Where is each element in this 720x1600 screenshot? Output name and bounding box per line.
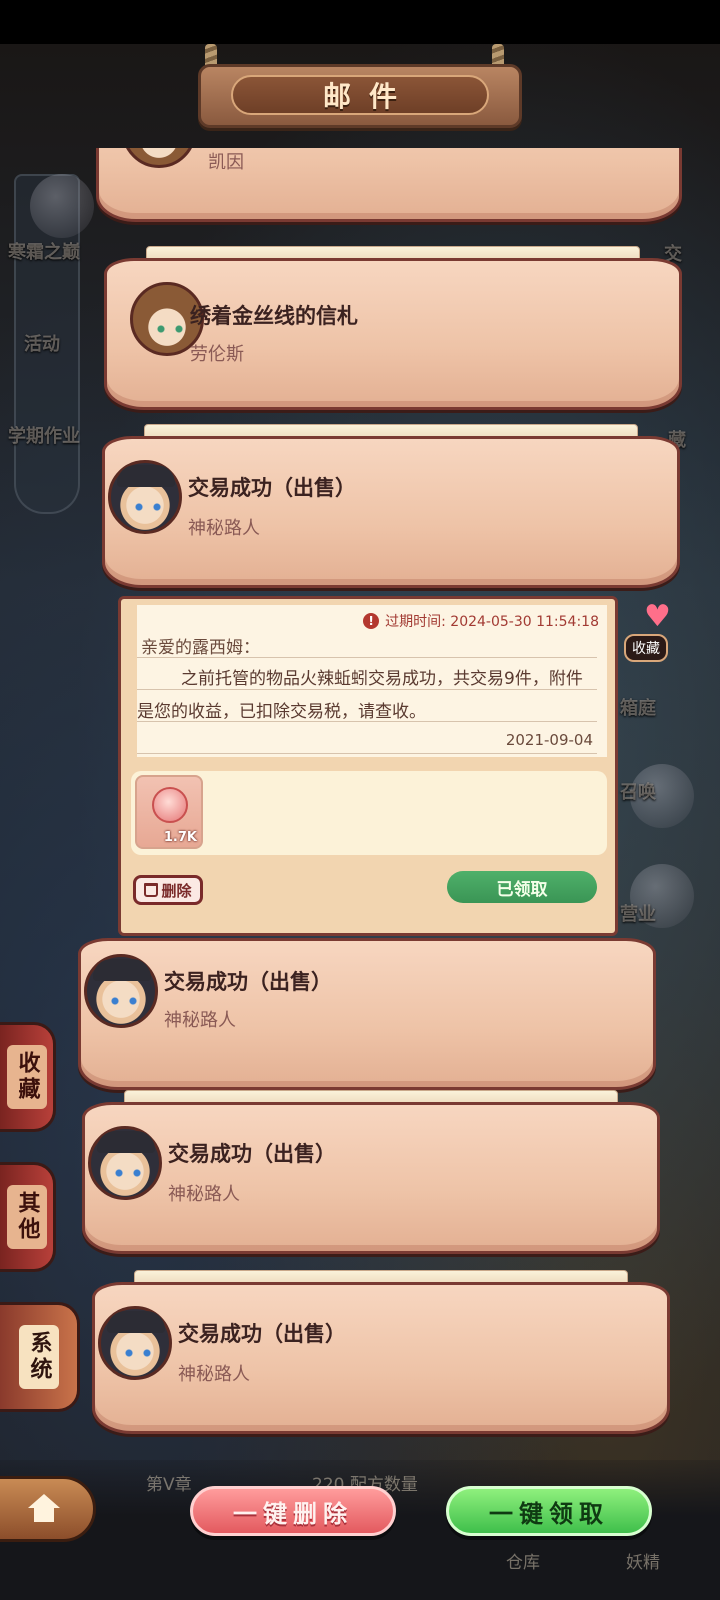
bg-warehouse: 仓库 bbox=[506, 1553, 540, 1573]
bg-chapter: 第V章 bbox=[146, 1475, 192, 1495]
mail-sender: 神秘路人 bbox=[178, 1364, 250, 1385]
mail-title: 绣着金丝线的信札 bbox=[190, 304, 358, 328]
mail-greeting: 亲爱的露西姆： bbox=[141, 638, 260, 658]
mail-item[interactable]: 绣着金丝线的信札 劳伦斯 bbox=[104, 244, 682, 410]
expiry-label: 过期时间: 2024-05-30 11:54:18 bbox=[385, 614, 599, 630]
mail-date: 2021-09-04 bbox=[505, 731, 593, 749]
title-banner: 邮件 bbox=[198, 64, 522, 128]
favorite-label: 收藏 bbox=[624, 634, 668, 662]
home-icon bbox=[27, 1494, 61, 1524]
attachment-item[interactable]: 1.7K bbox=[135, 775, 203, 849]
mail-sender: 劳伦斯 bbox=[190, 344, 244, 365]
attachment-area: 1.7K bbox=[131, 771, 607, 855]
mail-detail: ! 过期时间: 2024-05-30 11:54:18 亲爱的露西姆： 之前托管… bbox=[118, 596, 618, 936]
mail-title: 交易成功（出售） bbox=[168, 1142, 336, 1166]
tab-favorites[interactable]: 收藏 bbox=[0, 1022, 56, 1132]
tab-other[interactable]: 其他 bbox=[0, 1162, 56, 1272]
bg-fairy: 妖精 bbox=[626, 1553, 660, 1573]
mail-body: 之前托管的物品火辣蚯蚓交易成功，共交易9件，附件是您的收益，已扣除交易税，请查收… bbox=[137, 669, 583, 722]
claim-all-button[interactable]: 一键领取 bbox=[446, 1486, 652, 1536]
mail-sender: 神秘路人 bbox=[168, 1184, 240, 1205]
avatar bbox=[98, 1306, 172, 1380]
alert-icon: ! bbox=[363, 613, 380, 629]
claimed-button[interactable]: 已领取 bbox=[447, 871, 597, 903]
mail-title: 交易成功（出售） bbox=[164, 970, 332, 994]
home-button[interactable] bbox=[0, 1476, 96, 1542]
mail-item[interactable]: 交易成功（出售） 神秘路人 bbox=[102, 422, 680, 588]
mail-item[interactable]: 交易成功（出售） 神秘路人 bbox=[78, 924, 656, 1090]
mail-item[interactable]: 交易成功（出售） 神秘路人 bbox=[82, 1088, 660, 1254]
favorite-button[interactable]: ♥ 收藏 bbox=[620, 599, 680, 662]
avatar bbox=[108, 460, 182, 534]
mail-item[interactable]: 交易成功（出售） 神秘路人 bbox=[92, 1268, 670, 1434]
heart-icon: ♥ bbox=[644, 599, 671, 634]
mail-item[interactable]: 凯因 bbox=[96, 148, 682, 222]
attachment-count: 1.7K bbox=[163, 830, 197, 845]
mail-title: 交易成功（出售） bbox=[178, 1322, 346, 1346]
mail-list-lower[interactable]: 交易成功（出售） 神秘路人 交易成功（出售） 神秘路人 交易成功（出售） 神秘路… bbox=[0, 924, 720, 1458]
page-title: 邮件 bbox=[322, 80, 415, 113]
trash-icon bbox=[144, 883, 159, 897]
mail-sender: 神秘路人 bbox=[164, 1010, 236, 1031]
mail-sender: 凯因 bbox=[208, 152, 244, 173]
avatar bbox=[88, 1126, 162, 1200]
delete-button[interactable]: 删除 bbox=[133, 875, 203, 905]
mail-title: 交易成功（出售） bbox=[188, 476, 356, 500]
delete-all-button[interactable]: 一键删除 bbox=[190, 1486, 396, 1536]
coin-icon bbox=[152, 787, 188, 823]
mail-sender: 神秘路人 bbox=[188, 518, 260, 539]
expiry-time: ! 过期时间: 2024-05-30 11:54:18 bbox=[363, 611, 599, 631]
mail-paper: ! 过期时间: 2024-05-30 11:54:18 亲爱的露西姆： 之前托管… bbox=[137, 605, 607, 757]
tab-system[interactable]: 系统 bbox=[0, 1302, 80, 1412]
avatar bbox=[84, 954, 158, 1028]
